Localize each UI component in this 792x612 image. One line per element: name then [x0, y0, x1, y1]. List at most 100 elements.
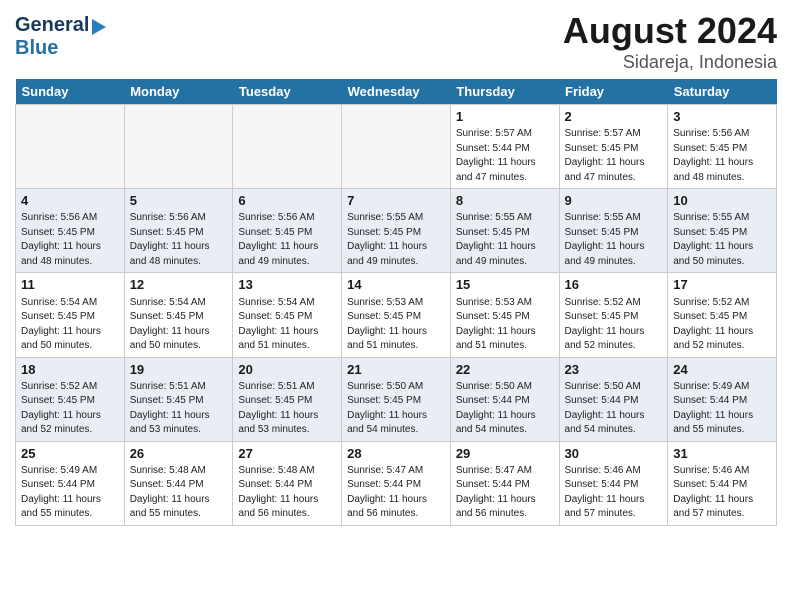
calendar-cell: 22Sunrise: 5:50 AMSunset: 5:44 PMDayligh…: [450, 357, 559, 441]
calendar-cell: 6Sunrise: 5:56 AMSunset: 5:45 PMDaylight…: [233, 189, 342, 273]
header: General Blue August 2024 Sidareja, Indon…: [15, 10, 777, 73]
calendar-cell: [16, 105, 125, 189]
day-number: 8: [456, 192, 554, 210]
day-number: 22: [456, 361, 554, 379]
cell-details: Sunrise: 5:53 AMSunset: 5:45 PMDaylight:…: [456, 296, 554, 354]
calendar-cell: 23Sunrise: 5:50 AMSunset: 5:44 PMDayligh…: [559, 357, 668, 441]
cell-details: Sunrise: 5:52 AMSunset: 5:45 PMDaylight:…: [673, 296, 771, 354]
cell-details: Sunrise: 5:56 AMSunset: 5:45 PMDaylight:…: [238, 211, 336, 269]
col-monday: Monday: [124, 79, 233, 105]
cell-details: Sunrise: 5:54 AMSunset: 5:45 PMDaylight:…: [238, 296, 336, 354]
calendar-container: General Blue August 2024 Sidareja, Indon…: [0, 0, 792, 536]
logo-arrow-icon: [92, 19, 106, 35]
cell-details: Sunrise: 5:57 AMSunset: 5:45 PMDaylight:…: [565, 127, 663, 185]
day-number: 17: [673, 276, 771, 294]
cell-details: Sunrise: 5:47 AMSunset: 5:44 PMDaylight:…: [456, 464, 554, 522]
calendar-cell: 13Sunrise: 5:54 AMSunset: 5:45 PMDayligh…: [233, 273, 342, 357]
calendar-cell: 16Sunrise: 5:52 AMSunset: 5:45 PMDayligh…: [559, 273, 668, 357]
cell-details: Sunrise: 5:51 AMSunset: 5:45 PMDaylight:…: [238, 380, 336, 438]
day-number: 12: [130, 276, 228, 294]
cell-details: Sunrise: 5:52 AMSunset: 5:45 PMDaylight:…: [565, 296, 663, 354]
calendar-cell: 29Sunrise: 5:47 AMSunset: 5:44 PMDayligh…: [450, 441, 559, 525]
calendar-cell: 31Sunrise: 5:46 AMSunset: 5:44 PMDayligh…: [668, 441, 777, 525]
location: Sidareja, Indonesia: [563, 52, 777, 73]
day-number: 9: [565, 192, 663, 210]
calendar-cell: 2Sunrise: 5:57 AMSunset: 5:45 PMDaylight…: [559, 105, 668, 189]
cell-details: Sunrise: 5:53 AMSunset: 5:45 PMDaylight:…: [347, 296, 445, 354]
week-row-4: 18Sunrise: 5:52 AMSunset: 5:45 PMDayligh…: [16, 357, 777, 441]
calendar-cell: 10Sunrise: 5:55 AMSunset: 5:45 PMDayligh…: [668, 189, 777, 273]
calendar-cell: 26Sunrise: 5:48 AMSunset: 5:44 PMDayligh…: [124, 441, 233, 525]
calendar-cell: 1Sunrise: 5:57 AMSunset: 5:44 PMDaylight…: [450, 105, 559, 189]
calendar-cell: 21Sunrise: 5:50 AMSunset: 5:45 PMDayligh…: [342, 357, 451, 441]
calendar-cell: 24Sunrise: 5:49 AMSunset: 5:44 PMDayligh…: [668, 357, 777, 441]
day-number: 7: [347, 192, 445, 210]
day-number: 6: [238, 192, 336, 210]
cell-details: Sunrise: 5:57 AMSunset: 5:44 PMDaylight:…: [456, 127, 554, 185]
col-sunday: Sunday: [16, 79, 125, 105]
day-number: 1: [456, 108, 554, 126]
cell-details: Sunrise: 5:55 AMSunset: 5:45 PMDaylight:…: [347, 211, 445, 269]
calendar-cell: 8Sunrise: 5:55 AMSunset: 5:45 PMDaylight…: [450, 189, 559, 273]
cell-details: Sunrise: 5:54 AMSunset: 5:45 PMDaylight:…: [21, 296, 119, 354]
cell-details: Sunrise: 5:46 AMSunset: 5:44 PMDaylight:…: [673, 464, 771, 522]
day-number: 28: [347, 445, 445, 463]
calendar-cell: 7Sunrise: 5:55 AMSunset: 5:45 PMDaylight…: [342, 189, 451, 273]
calendar-cell: 28Sunrise: 5:47 AMSunset: 5:44 PMDayligh…: [342, 441, 451, 525]
logo-general: General: [15, 14, 89, 37]
day-number: 5: [130, 192, 228, 210]
cell-details: Sunrise: 5:46 AMSunset: 5:44 PMDaylight:…: [565, 464, 663, 522]
day-number: 14: [347, 276, 445, 294]
calendar-cell: [342, 105, 451, 189]
calendar-cell: 17 Sunrise: 5:52 AMSunset: 5:45 PMDayligh…: [668, 273, 777, 357]
day-number: 23: [565, 361, 663, 379]
cell-details: Sunrise: 5:54 AMSunset: 5:45 PMDaylight:…: [130, 296, 228, 354]
calendar-cell: 14 Sunrise: 5:53 AMSunset: 5:45 PMDayligh…: [342, 273, 451, 357]
header-row: Sunday Monday Tuesday Wednesday Thursday…: [16, 79, 777, 105]
cell-details: Sunrise: 5:52 AMSunset: 5:45 PMDaylight:…: [21, 380, 119, 438]
calendar-cell: 25Sunrise: 5:49 AMSunset: 5:44 PMDayligh…: [16, 441, 125, 525]
day-number: 30: [565, 445, 663, 463]
calendar-cell: 20Sunrise: 5:51 AMSunset: 5:45 PMDayligh…: [233, 357, 342, 441]
logo-blue: Blue: [15, 37, 58, 60]
cell-details: Sunrise: 5:56 AMSunset: 5:45 PMDaylight:…: [21, 211, 119, 269]
cell-details: Sunrise: 5:55 AMSunset: 5:45 PMDaylight:…: [456, 211, 554, 269]
day-number: 20: [238, 361, 336, 379]
cell-details: Sunrise: 5:50 AMSunset: 5:45 PMDaylight:…: [347, 380, 445, 438]
logo-line1: General: [15, 14, 106, 37]
calendar-cell: 3Sunrise: 5:56 AMSunset: 5:45 PMDaylight…: [668, 105, 777, 189]
cell-details: Sunrise: 5:48 AMSunset: 5:44 PMDaylight:…: [130, 464, 228, 522]
calendar-cell: 5Sunrise: 5:56 AMSunset: 5:45 PMDaylight…: [124, 189, 233, 273]
col-thursday: Thursday: [450, 79, 559, 105]
day-number: 25: [21, 445, 119, 463]
cell-details: Sunrise: 5:51 AMSunset: 5:45 PMDaylight:…: [130, 380, 228, 438]
cell-details: Sunrise: 5:48 AMSunset: 5:44 PMDaylight:…: [238, 464, 336, 522]
calendar-cell: 27Sunrise: 5:48 AMSunset: 5:44 PMDayligh…: [233, 441, 342, 525]
day-number: 10: [673, 192, 771, 210]
col-saturday: Saturday: [668, 79, 777, 105]
week-row-2: 4Sunrise: 5:56 AMSunset: 5:45 PMDaylight…: [16, 189, 777, 273]
week-row-5: 25Sunrise: 5:49 AMSunset: 5:44 PMDayligh…: [16, 441, 777, 525]
col-friday: Friday: [559, 79, 668, 105]
day-number: 29: [456, 445, 554, 463]
day-number: 4: [21, 192, 119, 210]
day-number: 21: [347, 361, 445, 379]
day-number: 31: [673, 445, 771, 463]
cell-details: Sunrise: 5:47 AMSunset: 5:44 PMDaylight:…: [347, 464, 445, 522]
calendar-cell: 11 Sunrise: 5:54 AMSunset: 5:45 PMDayligh…: [16, 273, 125, 357]
cell-details: Sunrise: 5:49 AMSunset: 5:44 PMDaylight:…: [673, 380, 771, 438]
cell-details: Sunrise: 5:55 AMSunset: 5:45 PMDaylight:…: [565, 211, 663, 269]
day-number: 18: [21, 361, 119, 379]
calendar-table: Sunday Monday Tuesday Wednesday Thursday…: [15, 79, 777, 526]
calendar-cell: 30Sunrise: 5:46 AMSunset: 5:44 PMDayligh…: [559, 441, 668, 525]
day-number: 11: [21, 276, 119, 294]
month-year: August 2024: [563, 10, 777, 52]
cell-details: Sunrise: 5:56 AMSunset: 5:45 PMDaylight:…: [673, 127, 771, 185]
cell-details: Sunrise: 5:50 AMSunset: 5:44 PMDaylight:…: [456, 380, 554, 438]
calendar-cell: 15 Sunrise: 5:53 AMSunset: 5:45 PMDayligh…: [450, 273, 559, 357]
day-number: 15: [456, 276, 554, 294]
calendar-cell: 4Sunrise: 5:56 AMSunset: 5:45 PMDaylight…: [16, 189, 125, 273]
col-wednesday: Wednesday: [342, 79, 451, 105]
calendar-cell: 12 Sunrise: 5:54 AMSunset: 5:45 PMDayligh…: [124, 273, 233, 357]
calendar-cell: [233, 105, 342, 189]
